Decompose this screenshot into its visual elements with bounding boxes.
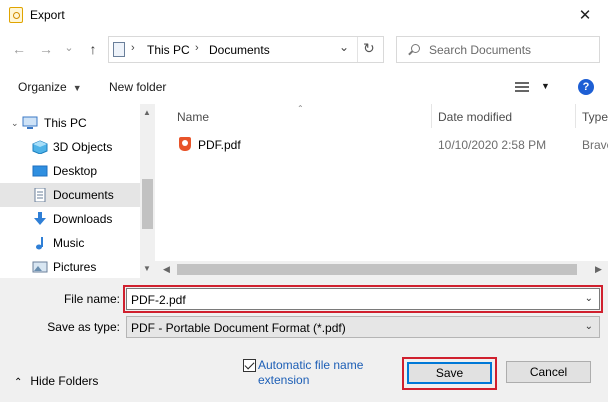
sidebar-item-label: 3D Objects <box>53 140 113 154</box>
expand-icon[interactable]: ⌄ <box>11 118 19 129</box>
address-bar[interactable]: › This PC › Documents ⌄ ↻ <box>108 36 384 63</box>
scroll-up-icon[interactable]: ▲ <box>143 108 151 117</box>
breadcrumb-this-pc[interactable]: This PC <box>147 43 190 57</box>
document-icon <box>34 188 46 202</box>
navigation-pane: ⌄ This PC 3D Objects Desktop Documents D… <box>0 104 155 278</box>
scroll-down-icon[interactable]: ▼ <box>143 264 151 273</box>
sidebar-item-label: Pictures <box>53 260 97 274</box>
this-pc-icon <box>113 42 125 57</box>
sort-up-icon: ⌃ <box>297 104 304 113</box>
file-name: PDF.pdf <box>198 138 241 152</box>
window-title: Export <box>30 8 65 22</box>
file-name-field[interactable]: ⌄ <box>123 285 603 313</box>
new-folder-button[interactable]: New folder <box>109 80 166 94</box>
column-divider[interactable] <box>431 104 432 128</box>
search-input[interactable] <box>429 41 597 59</box>
file-list: Name ⌃ Date modified Type PDF.pdf 10/10/… <box>155 104 608 278</box>
save-as-type-label: Save as type: <box>47 320 120 334</box>
hide-folders-button[interactable]: ⌃ Hide Folders <box>14 374 98 388</box>
save-as-type-select[interactable]: PDF - Portable Document Format (*.pdf) ⌄ <box>126 316 600 338</box>
sidebar-item-pictures[interactable]: Pictures <box>0 255 140 279</box>
cube-icon <box>32 140 48 154</box>
column-divider[interactable] <box>575 104 576 128</box>
computer-icon <box>22 116 38 129</box>
column-header-name[interactable]: Name ⌃ <box>177 104 304 128</box>
save-as-type-value: PDF - Portable Document Format (*.pdf) <box>131 321 346 335</box>
file-name-input[interactable] <box>131 291 571 308</box>
organize-button[interactable]: Organize ▼ <box>18 80 82 94</box>
sidebar-item-3d-objects[interactable]: 3D Objects <box>0 135 140 159</box>
sidebar-scrollbar[interactable]: ▲ ▼ <box>140 104 155 278</box>
chevron-down-icon[interactable]: ⌄ <box>585 293 593 304</box>
save-form: File name: ⌄ Save as type: PDF - Portabl… <box>0 278 608 402</box>
sidebar-item-downloads[interactable]: Downloads <box>0 207 140 231</box>
scroll-left-icon[interactable]: ◀ <box>163 264 170 275</box>
scroll-right-icon[interactable]: ▶ <box>595 264 602 275</box>
save-button[interactable]: Save <box>407 362 492 384</box>
up-button[interactable]: ↑ <box>84 40 102 58</box>
sidebar-item-desktop[interactable]: Desktop <box>0 159 140 183</box>
pictures-icon <box>32 261 48 273</box>
sidebar-item-this-pc[interactable]: ⌄ This PC <box>0 111 140 135</box>
sidebar-item-music[interactable]: Music <box>0 231 140 255</box>
column-header-date-modified[interactable]: Date modified <box>438 104 512 128</box>
organize-label: Organize <box>18 80 67 94</box>
download-arrow-icon <box>34 212 46 225</box>
address-dropdown-button[interactable]: ⌄ <box>339 40 349 54</box>
file-row[interactable]: PDF.pdf 10/10/2020 2:58 PM Brave <box>175 134 608 156</box>
horizontal-scrollbar[interactable]: ◀ ▶ <box>155 261 608 278</box>
chevron-down-icon[interactable]: ⌄ <box>585 321 593 332</box>
close-button[interactable]: ✕ <box>562 0 608 30</box>
hide-folders-label: Hide Folders <box>30 374 99 388</box>
app-icon <box>9 7 23 23</box>
music-note-icon <box>36 237 43 250</box>
sidebar-item-documents[interactable]: Documents <box>0 183 140 207</box>
navigation-bar: ← → ⌄ ↑ › This PC › Documents ⌄ ↻ <box>0 30 608 70</box>
help-icon[interactable]: ? <box>578 79 594 95</box>
sidebar-scroll-thumb[interactable] <box>142 179 153 229</box>
breadcrumb-documents[interactable]: Documents <box>209 43 270 57</box>
back-button[interactable]: ← <box>10 40 28 58</box>
auto-extension-checkbox[interactable] <box>243 359 256 372</box>
search-icon <box>411 44 420 53</box>
file-date-modified: 10/10/2020 2:58 PM <box>438 138 547 152</box>
sidebar-item-label: This PC <box>44 116 87 130</box>
file-type: Brave <box>582 138 608 152</box>
refresh-button[interactable]: ↻ <box>363 40 375 57</box>
recent-locations-button[interactable]: ⌄ <box>60 38 78 56</box>
search-box[interactable] <box>396 36 600 63</box>
caret-down-icon: ▼ <box>72 83 82 93</box>
sidebar-item-label: Documents <box>53 188 114 202</box>
file-name-label: File name: <box>63 292 120 306</box>
cancel-button[interactable]: Cancel <box>506 361 591 383</box>
breadcrumb-chevron-icon: › <box>131 42 135 54</box>
view-options-icon[interactable] <box>515 82 529 93</box>
brave-pdf-icon <box>179 137 191 151</box>
column-header-label: Name <box>177 110 210 124</box>
sidebar-item-label: Desktop <box>53 164 98 178</box>
auto-extension-label[interactable]: Automatic file name extension <box>258 358 388 388</box>
column-header-type[interactable]: Type <box>582 104 608 128</box>
desktop-icon <box>32 165 48 177</box>
title-bar: Export ✕ <box>0 0 608 30</box>
sidebar-item-label: Music <box>53 236 85 250</box>
command-toolbar: Organize ▼ New folder ▼ ? <box>0 70 608 104</box>
chevron-up-icon: ⌃ <box>14 377 23 388</box>
forward-button[interactable]: → <box>37 40 55 58</box>
address-divider <box>357 37 358 62</box>
breadcrumb-chevron-icon: › <box>195 42 199 54</box>
sidebar-item-label: Downloads <box>53 212 113 226</box>
horizontal-scroll-thumb[interactable] <box>177 264 577 275</box>
view-dropdown-icon[interactable]: ▼ <box>541 81 550 91</box>
